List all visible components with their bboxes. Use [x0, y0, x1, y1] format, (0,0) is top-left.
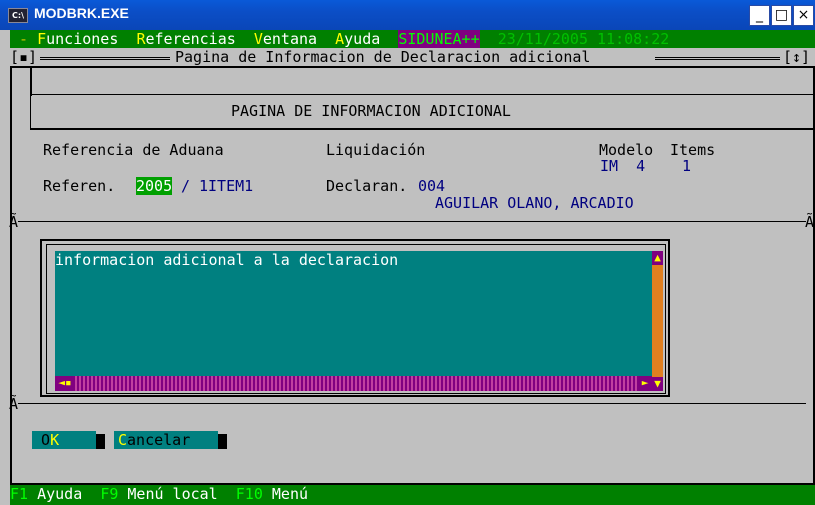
- menu-ventana[interactable]: Ventana: [254, 30, 317, 48]
- status-help[interactable]: F1 Ayuda: [10, 485, 82, 503]
- ok-button-shadow-side: [95, 434, 105, 449]
- declaran-name: AGUILAR OLANO, ARCADIO: [435, 194, 634, 212]
- divider-bottom-left-glyph: Ã: [9, 395, 19, 413]
- frame-resize-marker[interactable]: [↕]: [783, 48, 810, 66]
- menu-referencias[interactable]: Referencias: [136, 30, 235, 48]
- menu-funciones[interactable]: Funciones: [37, 30, 118, 48]
- scroll-down-icon[interactable]: ▼: [652, 377, 663, 391]
- console-area: - Funciones Referencias Ventana Ayuda SI…: [9, 30, 815, 505]
- frame-title-row: [▪] Pagina de Informacion de Declaracion…: [10, 48, 815, 66]
- page-header-title: PAGINA DE INFORMACION ADICIONAL: [231, 102, 511, 120]
- status-menu[interactable]: F10 Menú: [236, 485, 308, 503]
- referen-separator: /: [181, 177, 191, 195]
- header-top-border: [30, 66, 815, 96]
- section-divider-top: [18, 221, 806, 222]
- console-app-icon[interactable]: C:\: [8, 8, 28, 23]
- header-box: PAGINA DE INFORMACION ADICIONAL: [30, 94, 815, 130]
- sidunea-badge: SIDUNEA++: [398, 30, 480, 48]
- referen-code[interactable]: 1ITEM1: [199, 177, 253, 195]
- ok-button[interactable]: OK: [32, 431, 96, 449]
- vertical-scrollbar[interactable]: ▲ ▼: [652, 251, 663, 391]
- status-local-menu[interactable]: F9 Menú local: [100, 485, 217, 503]
- divider-right-glyph: Ã: [805, 213, 815, 231]
- referen-year-field[interactable]: 2005: [136, 177, 173, 195]
- maximize-button[interactable]: □: [771, 5, 792, 26]
- menu-ayuda[interactable]: Ayuda: [335, 30, 380, 48]
- datetime-display: 23/11/2005 11:08:22: [497, 30, 670, 48]
- menu-bar: - Funciones Referencias Ventana Ayuda SI…: [10, 30, 815, 48]
- menu-lead: -: [10, 30, 38, 48]
- status-bar: F1 Ayuda F9 Menú local F10 Menú: [10, 485, 815, 505]
- frame-close-marker[interactable]: [▪]: [10, 48, 37, 66]
- referen-label: Referen.: [43, 177, 116, 195]
- items-label: Items: [670, 141, 716, 159]
- cancel-button-shadow-side: [217, 434, 227, 449]
- close-button[interactable]: ×: [793, 5, 814, 26]
- frame-title: Pagina de Informacion de Declaracion adi…: [175, 48, 591, 66]
- minimize-button[interactable]: _: [749, 5, 770, 26]
- scroll-up-icon[interactable]: ▲: [652, 251, 663, 265]
- declaran-code[interactable]: 004: [418, 177, 445, 195]
- ref-aduana-label: Referencia de Aduana: [43, 141, 224, 159]
- scroll-right-icon[interactable]: ►: [638, 376, 652, 391]
- modelo-value: IM 4: [600, 157, 646, 175]
- additional-info-textarea[interactable]: informacion adicional a la declaracion: [55, 251, 652, 391]
- divider-left-glyph: Ã: [9, 213, 19, 231]
- scroll-left-icon[interactable]: ◄▪: [55, 376, 75, 391]
- horizontal-scrollbar[interactable]: ◄▪ ►: [55, 376, 652, 391]
- items-value: 1: [682, 157, 692, 175]
- window-title: MODBRK.EXE: [34, 5, 129, 21]
- cancel-button[interactable]: Cancelar: [114, 431, 218, 449]
- liquidacion-label: Liquidación: [326, 141, 426, 159]
- section-divider-bottom: [18, 403, 806, 404]
- window-titlebar[interactable]: C:\ MODBRK.EXE _ □ ×: [0, 0, 815, 30]
- declaran-label: Declaran.: [326, 177, 408, 195]
